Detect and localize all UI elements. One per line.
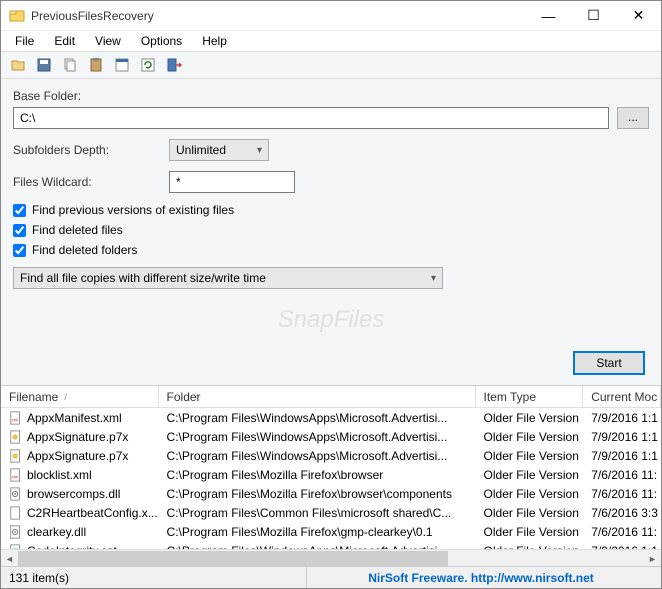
cell-itemtype: Older File Version	[476, 505, 584, 521]
subfolders-combo[interactable]: Unlimited	[169, 139, 269, 161]
cell-folder: C:\Program Files\Common Files\microsoft …	[159, 505, 476, 521]
check-prev-versions[interactable]	[13, 204, 26, 217]
table-row[interactable]: clearkey.dllC:\Program Files\Mozilla Fir…	[1, 522, 661, 541]
menu-file[interactable]: File	[5, 32, 44, 50]
table-body: xmlAppxManifest.xmlC:\Program Files\Wind…	[1, 408, 661, 549]
cell-itemtype: Older File Version	[476, 467, 584, 483]
table-row[interactable]: C2RHeartbeatConfig.x...C:\Program Files\…	[1, 503, 661, 522]
scroll-right-arrow[interactable]: ►	[644, 550, 661, 566]
window-title: PreviousFilesRecovery	[31, 9, 526, 23]
cell-mod: 7/9/2016 1:1	[583, 448, 661, 464]
base-folder-input[interactable]	[13, 107, 609, 129]
cell-filename: browsercomps.dll	[1, 486, 159, 502]
table-header: Filename/ Folder Item Type Current Moc	[1, 386, 661, 408]
cell-itemtype: Older File Version	[476, 486, 584, 502]
cell-itemtype: Older File Version	[476, 429, 584, 445]
copy-icon[interactable]	[59, 54, 81, 76]
toolbar	[1, 51, 661, 79]
cell-folder: C:\Program Files\Mozilla Firefox\browser	[159, 467, 476, 483]
wildcard-input[interactable]	[169, 171, 295, 193]
cell-folder: C:\Program Files\WindowsApps\Microsoft.A…	[159, 410, 476, 426]
cell-folder: C:\Program Files\WindowsApps\Microsoft.A…	[159, 429, 476, 445]
save-icon[interactable]	[33, 54, 55, 76]
check-deleted-folders-label: Find deleted folders	[32, 243, 137, 257]
cell-filename: xmlAppxManifest.xml	[1, 410, 159, 426]
table-row[interactable]: AppxSignature.p7xC:\Program Files\Window…	[1, 427, 661, 446]
app-icon	[9, 8, 25, 24]
cell-filename: clearkey.dll	[1, 524, 159, 540]
column-itemtype[interactable]: Item Type	[476, 386, 584, 407]
column-mod[interactable]: Current Moc	[583, 386, 661, 407]
menu-help[interactable]: Help	[192, 32, 237, 50]
cell-filename: xmlblocklist.xml	[1, 467, 159, 483]
table-row[interactable]: browsercomps.dllC:\Program Files\Mozilla…	[1, 484, 661, 503]
table-row[interactable]: xmlblocklist.xmlC:\Program Files\Mozilla…	[1, 465, 661, 484]
refresh-icon[interactable]	[137, 54, 159, 76]
menu-view[interactable]: View	[85, 32, 131, 50]
cell-folder: C:\Program Files\Mozilla Firefox\gmp-cle…	[159, 524, 476, 540]
cell-mod: 7/9/2016 1:1	[583, 410, 661, 426]
results-table: Filename/ Folder Item Type Current Moc x…	[1, 385, 661, 566]
cell-mod: 7/6/2016 11:	[583, 467, 661, 483]
table-row[interactable]: xmlAppxManifest.xmlC:\Program Files\Wind…	[1, 408, 661, 427]
open-icon[interactable]	[7, 54, 29, 76]
scroll-left-arrow[interactable]: ◄	[1, 550, 18, 566]
scroll-thumb[interactable]	[18, 551, 448, 566]
cell-itemtype: Older File Version	[476, 524, 584, 540]
svg-text:xml: xml	[12, 417, 19, 422]
maximize-button[interactable]: ☐	[571, 1, 616, 31]
sort-indicator: /	[64, 392, 67, 402]
table-row[interactable]: CodeIntegrity.catC:\Program Files\Window…	[1, 541, 661, 549]
find-mode-value: Find all file copies with different size…	[20, 271, 266, 285]
wildcard-label: Files Wildcard:	[13, 175, 161, 189]
base-folder-label: Base Folder:	[13, 89, 649, 103]
table-row[interactable]: AppxSignature.p7xC:\Program Files\Window…	[1, 446, 661, 465]
subfolders-label: Subfolders Depth:	[13, 143, 161, 157]
find-mode-combo[interactable]: Find all file copies with different size…	[13, 267, 443, 289]
cell-filename: C2RHeartbeatConfig.x...	[1, 505, 159, 521]
properties-icon[interactable]	[111, 54, 133, 76]
cell-folder: C:\Program Files\WindowsApps\Microsoft.A…	[159, 448, 476, 464]
check-prev-versions-label: Find previous versions of existing files	[32, 203, 234, 217]
column-filename[interactable]: Filename/	[1, 386, 159, 407]
cell-filename: AppxSignature.p7x	[1, 429, 159, 445]
menu-options[interactable]: Options	[131, 32, 192, 50]
titlebar: PreviousFilesRecovery — ☐ ✕	[1, 1, 661, 31]
cell-mod: 7/6/2016 11:	[583, 486, 661, 502]
column-folder[interactable]: Folder	[159, 386, 476, 407]
close-button[interactable]: ✕	[616, 1, 661, 31]
browse-button[interactable]: ...	[617, 107, 649, 129]
paste-icon[interactable]	[85, 54, 107, 76]
svg-text:xml: xml	[12, 474, 19, 479]
check-deleted-files[interactable]	[13, 224, 26, 237]
status-count: 131 item(s)	[7, 567, 307, 588]
cell-itemtype: Older File Version	[476, 448, 584, 464]
statusbar: 131 item(s) NirSoft Freeware. http://www…	[1, 566, 661, 588]
watermark-text: SnapFiles	[278, 306, 385, 334]
cell-mod: 7/9/2016 1:1	[583, 429, 661, 445]
status-credit: NirSoft Freeware. http://www.nirsoft.net	[307, 571, 655, 585]
menu-edit[interactable]: Edit	[44, 32, 85, 50]
cell-folder: C:\Program Files\Mozilla Firefox\browser…	[159, 486, 476, 502]
window-controls: — ☐ ✕	[526, 1, 661, 31]
minimize-button[interactable]: —	[526, 1, 571, 31]
start-button[interactable]: Start	[573, 351, 645, 375]
start-row: Start	[1, 345, 661, 385]
check-deleted-files-label: Find deleted files	[32, 223, 123, 237]
menubar: File Edit View Options Help	[1, 31, 661, 51]
cell-itemtype: Older File Version	[476, 410, 584, 426]
check-deleted-folders[interactable]	[13, 244, 26, 257]
cell-mod: 7/6/2016 3:3	[583, 505, 661, 521]
cell-filename: AppxSignature.p7x	[1, 448, 159, 464]
watermark-area: SnapFiles	[1, 295, 661, 345]
form-area: Base Folder: ... Subfolders Depth: Unlim…	[1, 79, 661, 295]
exit-icon[interactable]	[163, 54, 185, 76]
horizontal-scrollbar[interactable]: ◄ ►	[1, 549, 661, 566]
subfolders-value: Unlimited	[176, 143, 226, 157]
cell-mod: 7/6/2016 11:	[583, 524, 661, 540]
